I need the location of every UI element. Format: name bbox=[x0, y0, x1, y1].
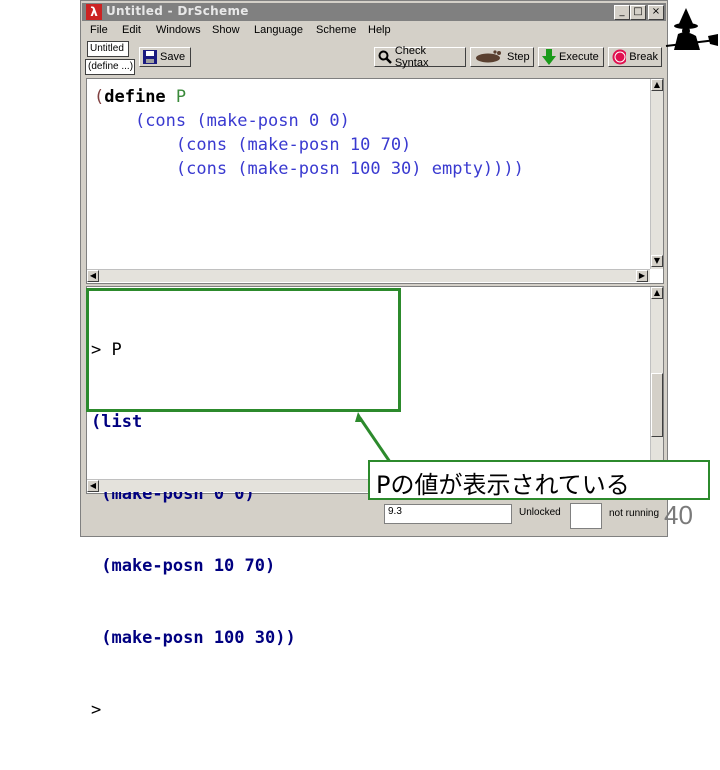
definitions-horizontal-scrollbar[interactable]: ◀ ▶ bbox=[87, 269, 650, 282]
title-bar[interactable]: λ Untitled - DrScheme _ □ × bbox=[82, 3, 666, 21]
slide-number: 40 bbox=[664, 500, 693, 530]
menu-bar: File Edit Windows Show Language Scheme H… bbox=[82, 22, 666, 40]
menu-edit[interactable]: Edit bbox=[122, 24, 141, 36]
running-status: not running bbox=[609, 508, 660, 519]
menu-language[interactable]: Language bbox=[254, 24, 303, 36]
step-button[interactable]: Step bbox=[470, 47, 534, 67]
footprint-icon bbox=[476, 50, 501, 63]
code-line-4: (cons (make-posn 100 30) empty)))) bbox=[175, 159, 524, 179]
break-button[interactable]: Break bbox=[608, 47, 662, 67]
code-line-2: (cons (make-posn 0 0) bbox=[134, 111, 350, 131]
execute-button[interactable]: Execute bbox=[538, 47, 604, 67]
close-button[interactable]: × bbox=[648, 5, 664, 20]
menu-show[interactable]: Show bbox=[212, 24, 240, 36]
definitions-code: (define P (cons (make-posn 0 0) (cons (m… bbox=[94, 85, 524, 181]
save-label: Save bbox=[160, 51, 186, 63]
annotation-text: Pの値が表示されている bbox=[376, 471, 630, 499]
scroll-up-arrow-icon[interactable]: ▲ bbox=[651, 287, 663, 299]
interactions-vertical-scrollbar[interactable]: ▲ ▼ bbox=[650, 287, 663, 479]
scroll-left-arrow-icon[interactable]: ◀ bbox=[87, 270, 99, 282]
check-syntax-label: Check Syntax bbox=[394, 45, 429, 69]
stop-sign-icon bbox=[612, 49, 627, 65]
define-popup[interactable]: (define ...) bbox=[85, 59, 135, 75]
minimize-button[interactable]: _ bbox=[614, 5, 630, 20]
scroll-down-arrow-icon[interactable]: ▼ bbox=[651, 255, 663, 267]
output-highlight-box bbox=[86, 288, 401, 412]
scroll-left-arrow-icon[interactable]: ◀ bbox=[87, 480, 99, 492]
maximize-button[interactable]: □ bbox=[630, 5, 646, 20]
execute-label: Execute bbox=[559, 51, 599, 63]
save-button[interactable]: Save bbox=[139, 47, 191, 67]
menu-scheme[interactable]: Scheme bbox=[316, 24, 356, 36]
menu-help[interactable]: Help bbox=[368, 24, 391, 36]
file-name-box[interactable]: Untitled bbox=[87, 41, 129, 57]
interaction-prompt-2: > bbox=[91, 700, 102, 720]
break-label: Break bbox=[629, 51, 658, 63]
step-label: Step bbox=[507, 51, 530, 63]
gc-indicator bbox=[570, 503, 602, 529]
drscheme-logo-icon: λ bbox=[86, 4, 102, 20]
save-disk-icon bbox=[143, 50, 157, 64]
green-down-arrow-icon bbox=[542, 49, 556, 65]
witch-logo-icon bbox=[665, 8, 718, 50]
definitions-window[interactable]: (define P (cons (make-posn 0 0) (cons (m… bbox=[86, 78, 664, 284]
check-syntax-button[interactable]: Check Syntax bbox=[374, 45, 466, 69]
cursor-position: 9.3 bbox=[384, 504, 512, 524]
scroll-thumb[interactable] bbox=[651, 373, 663, 437]
annotation-callout: Pの値が表示されている bbox=[368, 460, 710, 500]
definitions-vertical-scrollbar[interactable]: ▲ ▼ bbox=[650, 79, 663, 269]
lock-status[interactable]: Unlocked bbox=[519, 507, 561, 518]
menu-file[interactable]: File bbox=[90, 24, 108, 36]
scroll-up-arrow-icon[interactable]: ▲ bbox=[651, 79, 663, 91]
window-title: Untitled - DrScheme bbox=[106, 4, 249, 18]
scroll-right-arrow-icon[interactable]: ▶ bbox=[636, 270, 648, 282]
code-line-3: (cons (make-posn 10 70) bbox=[175, 135, 412, 155]
output-line-4: (make-posn 100 30)) bbox=[91, 628, 296, 648]
output-line-3: (make-posn 10 70) bbox=[91, 556, 276, 576]
magnifier-icon bbox=[378, 50, 392, 64]
menu-windows[interactable]: Windows bbox=[156, 24, 201, 36]
output-line-1: (list bbox=[91, 412, 143, 432]
code-line-1: (define P bbox=[94, 87, 187, 107]
